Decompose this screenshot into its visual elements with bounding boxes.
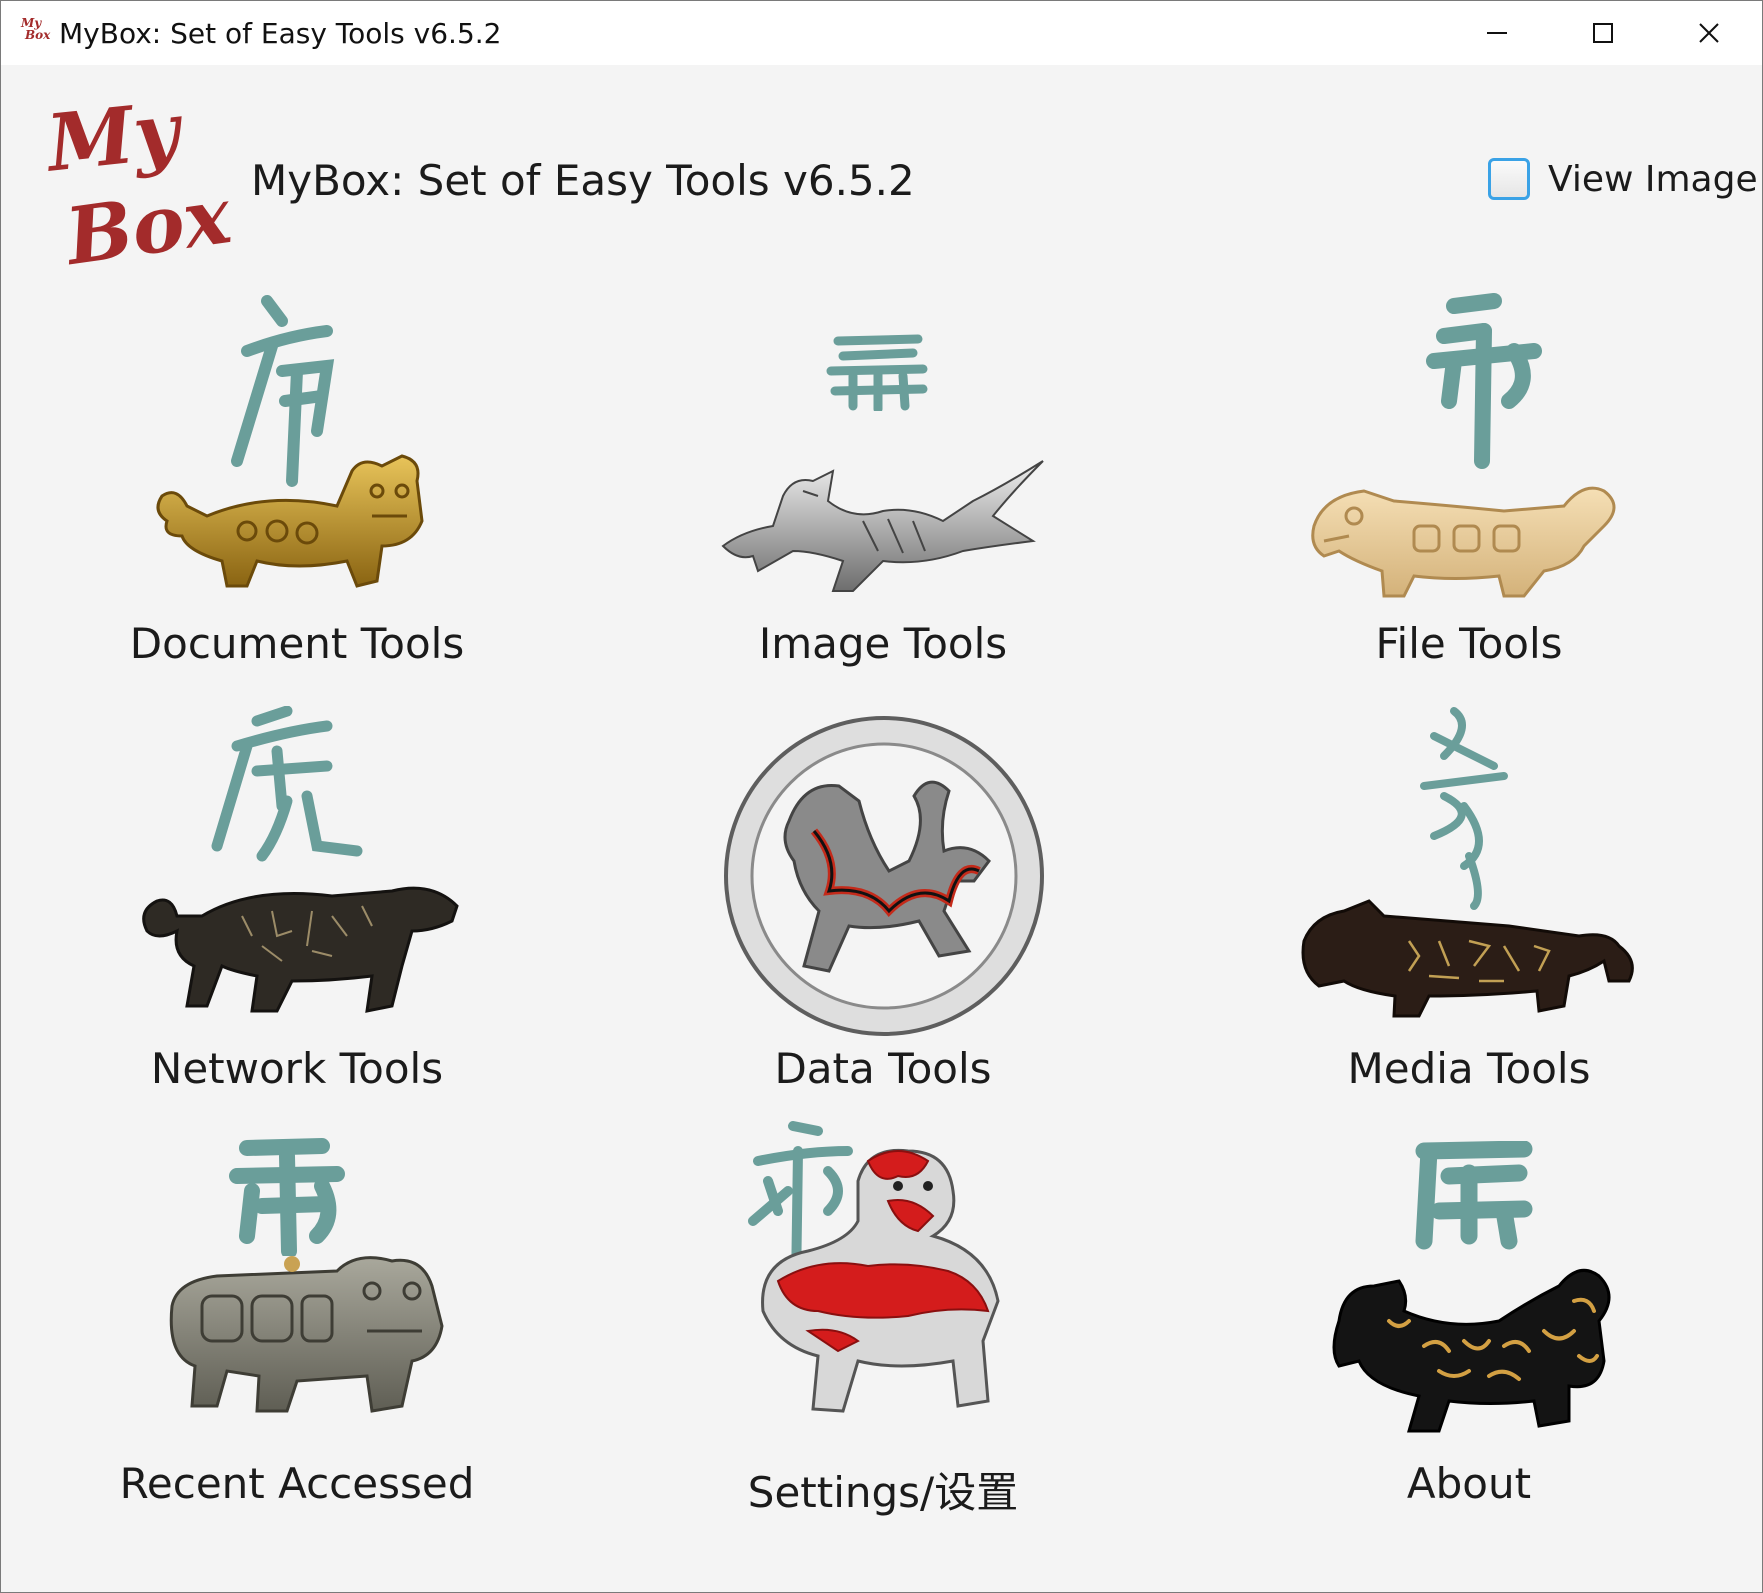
- black-gold-tiger-icon: [1332, 1268, 1611, 1433]
- view-image-label: View Image: [1548, 158, 1758, 200]
- recent-accessed-button[interactable]: Recent Accessed: [77, 1121, 517, 1531]
- minimize-icon: [1487, 32, 1507, 34]
- tool-label: Network Tools: [150, 1044, 444, 1093]
- silver-dragon-icon: [721, 460, 1044, 592]
- seal-glyph-icon: [826, 334, 928, 411]
- document-tools-button[interactable]: Document Tools: [77, 291, 517, 701]
- data-tools-button[interactable]: Data Tools: [663, 706, 1103, 1116]
- logo-text-top: My: [45, 93, 188, 190]
- maximize-button[interactable]: [1551, 1, 1655, 65]
- seal-glyph-icon: [1420, 707, 1508, 910]
- stone-tiger-icon: [169, 1256, 444, 1413]
- tool-label: Data Tools: [774, 1044, 992, 1093]
- bronze-tiger-icon: [142, 886, 459, 1013]
- jade-tiger-icon: [1311, 486, 1616, 598]
- gold-tiger-icon: [156, 454, 424, 588]
- app-icon: My Box: [21, 17, 55, 51]
- network-tools-button[interactable]: Network Tools: [77, 706, 517, 1116]
- close-icon: [1699, 23, 1719, 43]
- minimize-button[interactable]: [1445, 1, 1549, 65]
- round-tiger-plaque-icon: [724, 716, 1044, 1036]
- red-lion-icon: [761, 1148, 1000, 1413]
- seal-glyph-icon: [211, 706, 363, 862]
- mybox-logo: My Box: [45, 93, 238, 273]
- view-image-toggle[interactable]: View Image: [1488, 158, 1758, 200]
- tool-label: File Tools: [1375, 619, 1563, 668]
- media-tools-button[interactable]: Media Tools: [1249, 706, 1689, 1116]
- seal-glyph-icon: [1415, 1141, 1533, 1250]
- file-tools-button[interactable]: File Tools: [1249, 291, 1689, 701]
- window-title: MyBox: Set of Easy Tools v6.5.2: [59, 17, 502, 50]
- settings-button[interactable]: Settings/设置: [663, 1121, 1103, 1531]
- tool-label: Media Tools: [1347, 1044, 1591, 1093]
- title-bar: My Box MyBox: Set of Easy Tools v6.5.2: [1, 1, 1762, 65]
- tool-label: About: [1406, 1459, 1532, 1508]
- tool-label: Recent Accessed: [119, 1459, 475, 1508]
- maximize-icon: [1593, 23, 1613, 43]
- seal-glyph-icon: [1426, 293, 1542, 469]
- image-tools-button[interactable]: Image Tools: [663, 291, 1103, 701]
- close-button[interactable]: [1657, 1, 1761, 65]
- tool-label: Document Tools: [129, 619, 465, 668]
- tool-label: Image Tools: [758, 619, 1008, 668]
- dark-tiger-icon: [1301, 899, 1634, 1018]
- app-window: My Box MyBox: Set of Easy Tools v6.5.2 M…: [0, 0, 1763, 1593]
- about-button[interactable]: About: [1249, 1121, 1689, 1531]
- tool-label: Settings/设置: [747, 1468, 1019, 1517]
- app-icon-text-bottom: Box: [25, 28, 51, 42]
- view-image-checkbox[interactable]: [1488, 158, 1530, 200]
- seal-glyph-icon: [229, 1138, 345, 1256]
- page-title: MyBox: Set of Easy Tools v6.5.2: [251, 156, 915, 205]
